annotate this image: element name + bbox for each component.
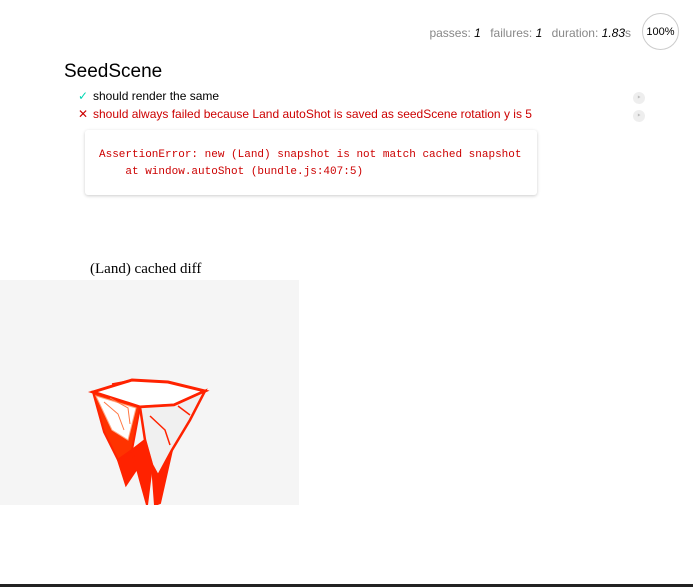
- duration-value: 1.83: [601, 26, 625, 40]
- snapshot-diff-image: [0, 280, 299, 507]
- cross-icon: ✕: [78, 107, 89, 121]
- progress-ring: 100%: [642, 13, 679, 50]
- replay-icon[interactable]: ‣: [633, 110, 645, 122]
- failures-label: failures:: [490, 26, 533, 40]
- test-failed[interactable]: ✕ should always failed because Land auto…: [78, 107, 532, 121]
- check-icon: ✓: [78, 89, 89, 103]
- passes-label: passes:: [429, 26, 471, 40]
- duration-stat: duration: 1.83s: [552, 26, 631, 40]
- diff-shape: [87, 378, 210, 507]
- stats-bar: passes: 1 failures: 1 duration: 1.83s: [423, 26, 631, 40]
- test-title: should render the same: [93, 89, 220, 103]
- passes-value: 1: [474, 26, 481, 40]
- failures-value: 1: [535, 26, 543, 40]
- failures-stat[interactable]: failures: 1: [490, 26, 542, 40]
- test-title: should always failed because Land autoSh…: [93, 107, 532, 121]
- duration-unit: s: [625, 26, 631, 40]
- snapshot-caption: (Land) cached diff: [90, 261, 202, 277]
- diff-render: [87, 378, 210, 507]
- replay-icon[interactable]: ‣: [633, 92, 645, 104]
- passes-stat[interactable]: passes: 1: [429, 26, 480, 40]
- duration-label: duration:: [551, 26, 599, 40]
- suite-title[interactable]: SeedScene: [64, 61, 162, 83]
- progress-label: 100%: [646, 25, 675, 38]
- error-message: AssertionError: new (Land) snapshot is n…: [85, 130, 537, 195]
- test-passed[interactable]: ✓ should render the same: [78, 89, 219, 103]
